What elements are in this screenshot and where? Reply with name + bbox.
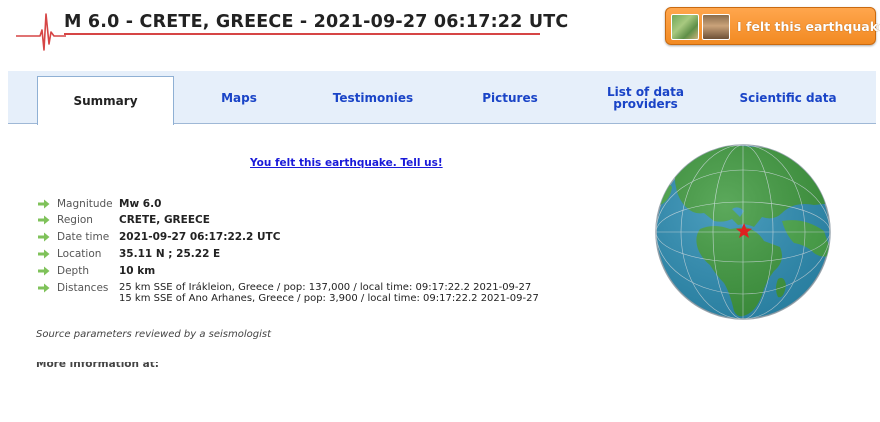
param-label: Location [57,248,102,260]
tab-label: List of data providers [607,84,684,111]
map-thumbnail-icon [671,14,699,40]
more-info-text: More information at: [36,362,159,370]
seismogram-icon [16,13,66,51]
tab-pictures[interactable]: Pictures [458,71,562,124]
page-title: M 6.0 - CRETE, GREECE - 2021-09-27 06:17… [64,12,569,32]
param-value: 35.11 N ; 25.22 E [119,248,221,260]
distance-line-1: 25 km SSE of Irákleion, Greece / pop: 13… [119,282,532,293]
distance-line-2: 15 km SSE of Ano Arhanes, Greece / pop: … [119,293,539,304]
arrow-right-icon [38,232,50,242]
tab-scientific-data[interactable]: Scientific data [723,71,853,124]
param-value: Mw 6.0 [119,198,162,210]
arrow-right-icon [38,199,50,209]
damage-photo-icon [702,14,730,40]
felt-earthquake-button[interactable]: I felt this earthquake [665,7,880,45]
param-label: Depth [57,265,89,277]
title-underline [64,33,540,35]
tab-maps[interactable]: Maps [188,71,290,124]
param-value: 2021-09-27 06:17:22.2 UTC [119,231,281,243]
arrow-right-icon [38,266,50,276]
tab-summary[interactable]: Summary [37,76,174,125]
tab-label: Maps [221,90,257,105]
tab-bar: Summary Maps Testimonies Pictures List o… [8,71,876,125]
arrow-right-icon [38,215,50,225]
param-value: CRETE, GREECE [119,214,210,226]
tab-data-providers[interactable]: List of data providers [588,71,703,124]
param-label: Region [57,214,93,226]
arrow-right-icon [38,283,50,293]
tab-label: Summary [73,94,138,108]
more-info-heading: More information at: [36,362,296,370]
tab-label: Scientific data [739,90,837,105]
source-note: Source parameters reviewed by a seismolo… [36,329,272,340]
felt-button-label: I felt this earthquake [737,19,880,34]
param-label: Magnitude [57,198,113,210]
param-value: 10 km [119,265,156,277]
tab-label: Pictures [482,90,538,105]
param-label: Distances [57,282,109,294]
arrow-right-icon [38,249,50,259]
param-label: Date time [57,231,110,243]
globe-map-icon[interactable] [654,143,832,321]
tab-testimonies[interactable]: Testimonies [313,71,433,124]
page-header: M 6.0 - CRETE, GREECE - 2021-09-27 06:17… [0,0,880,68]
tab-label: Testimonies [332,90,414,105]
felt-earthquake-link[interactable]: You felt this earthquake. Tell us! [250,157,443,169]
